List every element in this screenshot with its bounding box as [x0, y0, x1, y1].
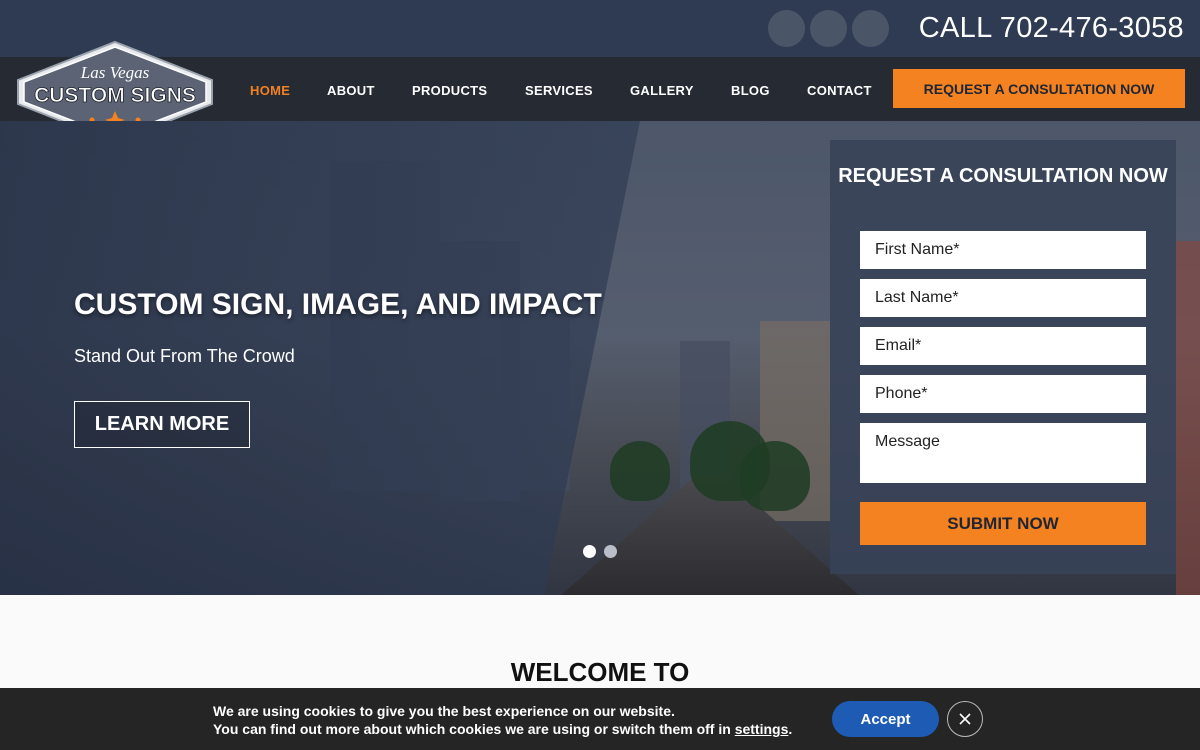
cookie-line-1: We are using cookies to give you the bes…	[213, 703, 675, 719]
last-name-field[interactable]	[860, 279, 1146, 317]
slider-dot-2[interactable]	[604, 545, 617, 558]
logo-main-text: CUSTOM SIGNS	[34, 84, 196, 107]
first-name-field[interactable]	[860, 231, 1146, 269]
nav-item-about[interactable]: ABOUT	[327, 83, 375, 98]
logo-script-text: Las Vegas	[80, 63, 150, 82]
cookie-message: We are using cookies to give you the bes…	[213, 702, 792, 738]
slider-dot-1[interactable]	[583, 545, 596, 558]
social-icon-3[interactable]	[852, 10, 889, 47]
form-title: REQUEST A CONSULTATION NOW	[838, 165, 1168, 187]
hero-subtitle: Stand Out From The Crowd	[74, 346, 295, 366]
cookie-settings-link[interactable]: settings	[735, 721, 789, 737]
nav-item-gallery[interactable]: GALLERY	[630, 83, 694, 98]
welcome-heading: WELCOME TO	[510, 657, 690, 687]
phone-field[interactable]	[860, 375, 1146, 413]
message-field[interactable]	[860, 423, 1146, 483]
accept-cookies-button[interactable]: Accept	[832, 701, 939, 737]
nav-item-products[interactable]: PRODUCTS	[412, 83, 487, 98]
submit-button[interactable]: SUBMIT NOW	[860, 502, 1146, 545]
nav-item-services[interactable]: SERVICES	[525, 83, 593, 98]
learn-more-button[interactable]: LEARN MORE	[74, 401, 250, 448]
social-icon-1[interactable]	[768, 10, 805, 47]
consultation-form: REQUEST A CONSULTATION NOW SUBMIT NOW	[830, 140, 1176, 574]
close-icon[interactable]	[947, 701, 983, 737]
cookie-banner: We are using cookies to give you the bes…	[0, 688, 1200, 750]
cookie-line-2: You can find out more about which cookie…	[213, 721, 793, 737]
hero-title: CUSTOM SIGN, IMAGE, AND IMPACT	[74, 288, 602, 321]
social-icon-2[interactable]	[810, 10, 847, 47]
nav-item-blog[interactable]: BLOG	[731, 83, 770, 98]
nav-item-contact[interactable]: CONTACT	[807, 83, 872, 98]
call-phone-link[interactable]: CALL 702-476-3058	[919, 12, 1184, 45]
nav-item-home[interactable]: HOME	[250, 83, 290, 98]
email-field[interactable]	[860, 327, 1146, 365]
request-consultation-button[interactable]: REQUEST A CONSULTATION NOW	[893, 69, 1185, 108]
